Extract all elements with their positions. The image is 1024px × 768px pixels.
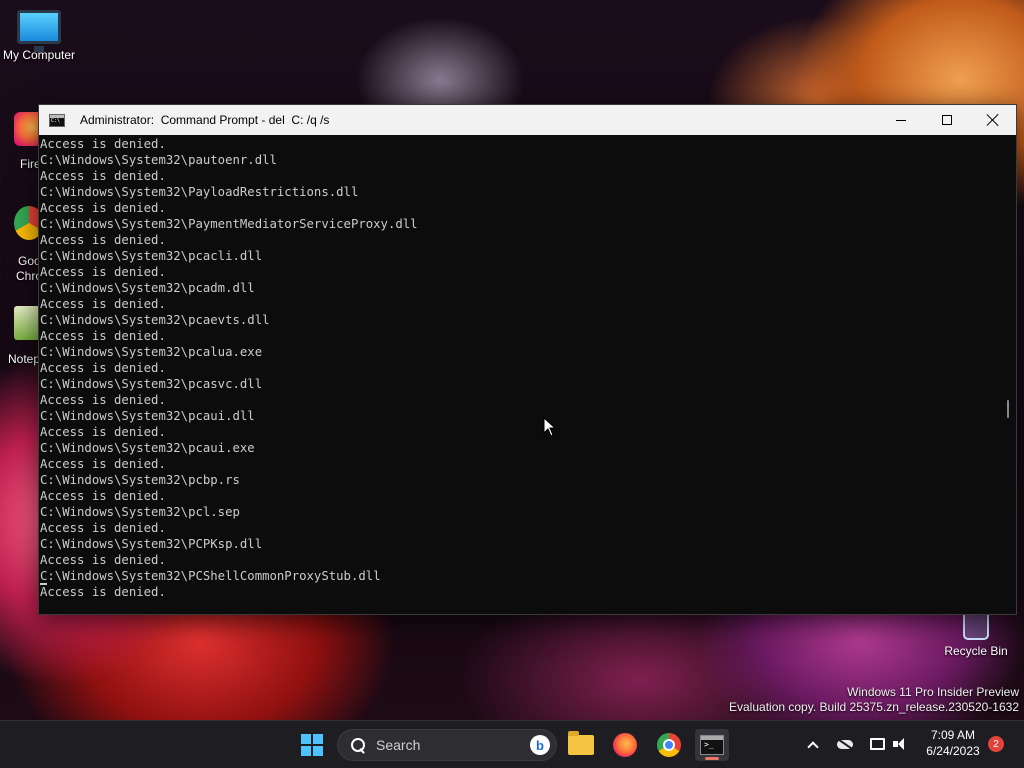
search-label: Search: [376, 737, 421, 753]
folder-icon: [568, 731, 594, 755]
console-line: Access is denied.: [40, 233, 166, 247]
clock-date: 6/24/2023: [926, 744, 980, 758]
console-line: Access is denied.: [40, 425, 166, 439]
search-icon: [350, 737, 366, 753]
console-line: Access is denied.: [40, 201, 166, 215]
maximize-icon: [942, 115, 952, 125]
notification-badge[interactable]: 2: [988, 736, 1004, 752]
console-line: C:\Windows\System32\pcacli.dll: [40, 249, 263, 263]
network-icon: [869, 738, 885, 750]
console-line: C:\Windows\System32\PayloadRestrictions.…: [40, 185, 359, 199]
taskbar-file-explorer[interactable]: [564, 729, 598, 761]
watermark-line-2: Evaluation copy. Build 25375.zn_release.…: [729, 700, 1019, 714]
vertical-scrollbar[interactable]: [1000, 135, 1016, 614]
close-button[interactable]: [970, 105, 1016, 135]
console-line: Access is denied.: [40, 585, 166, 599]
window-controls: [878, 105, 1016, 135]
command-prompt-icon: [700, 735, 724, 755]
chevron-up-icon: [807, 740, 819, 753]
console-line: C:\Windows\System32\PCShellCommonProxySt…: [40, 569, 381, 583]
start-button[interactable]: [295, 729, 329, 761]
desktop-icon-recycle-bin[interactable]: Recycle Bin: [938, 610, 1014, 658]
console-line: Access is denied.: [40, 489, 166, 503]
minimize-icon: [896, 119, 906, 121]
console-line: Access is denied.: [40, 361, 166, 375]
taskbar-chrome[interactable]: [652, 729, 686, 761]
console-line: Access is denied.: [40, 393, 166, 407]
window-title: Administrator: Command Prompt - del C: /…: [80, 113, 330, 127]
console-line: Access is denied.: [40, 521, 166, 535]
console-line: Access is denied.: [40, 457, 166, 471]
command-prompt-window[interactable]: Administrator: Command Prompt - del C: /…: [38, 104, 1017, 615]
scrollbar-thumb[interactable]: [1007, 400, 1009, 418]
console-line: Access is denied.: [40, 169, 166, 183]
active-app-indicator: [705, 757, 719, 760]
network-button[interactable]: [868, 735, 886, 753]
volume-button[interactable]: [892, 735, 910, 753]
os-watermark: Windows 11 Pro Insider Preview Evaluatio…: [729, 685, 1019, 715]
clock-time: 7:09 AM: [930, 728, 976, 742]
show-hidden-icons-button[interactable]: [804, 735, 822, 753]
console-line: C:\Windows\System32\pcadm.dll: [40, 281, 255, 295]
text-cursor: [40, 583, 47, 585]
monitor-icon: [17, 10, 61, 52]
console-line: C:\Windows\System32\PaymentMediatorServi…: [40, 217, 418, 231]
console-line: C:\Windows\System32\pcl.sep: [40, 505, 240, 519]
taskbar-firefox[interactable]: [608, 729, 642, 761]
console-line: C:\Windows\System32\pcalua.exe: [40, 345, 263, 359]
window-titlebar[interactable]: Administrator: Command Prompt - del C: /…: [39, 105, 1016, 135]
console-line: C:\Windows\System32\pcbp.rs: [40, 473, 240, 487]
console-line: Access is denied.: [40, 329, 166, 343]
console-line: C:\Windows\System32\pcaui.dll: [40, 409, 255, 423]
console-line: C:\Windows\System32\pautoenr.dll: [40, 153, 277, 167]
console-line: Access is denied.: [40, 137, 166, 151]
cloud-offline-icon: [837, 739, 853, 749]
command-prompt-icon: [49, 113, 65, 127]
taskbar-clock[interactable]: 7:09 AM 6/24/2023: [918, 727, 988, 759]
taskbar: Search b: [0, 720, 1024, 768]
watermark-line-1: Windows 11 Pro Insider Preview: [847, 685, 1019, 699]
console-line: Access is denied.: [40, 265, 166, 279]
console-line: C:\Windows\System32\pcasvc.dll: [40, 377, 263, 391]
windows-logo-icon: [301, 734, 323, 756]
onedrive-button[interactable]: [836, 735, 854, 753]
desktop-icon-my-computer[interactable]: My Computer: [1, 10, 77, 62]
console-line: C:\Windows\System32\pcaui.exe: [40, 441, 255, 455]
desktop-icon-label: Recycle Bin: [944, 644, 1008, 658]
taskbar-search[interactable]: Search b: [337, 729, 557, 761]
close-icon: [987, 114, 999, 126]
speaker-icon: [893, 737, 909, 751]
maximize-button[interactable]: [924, 105, 970, 135]
console-line: Access is denied.: [40, 553, 166, 567]
bing-icon[interactable]: b: [530, 735, 550, 755]
firefox-icon: [613, 733, 637, 757]
console-line: Access is denied.: [40, 297, 166, 311]
console-output[interactable]: Access is denied. C:\Windows\System32\pau…: [39, 135, 1001, 614]
chrome-icon: [657, 733, 681, 757]
minimize-button[interactable]: [878, 105, 924, 135]
console-line: C:\Windows\System32\PCPKsp.dll: [40, 537, 263, 551]
console-line: C:\Windows\System32\pcaevts.dll: [40, 313, 270, 327]
